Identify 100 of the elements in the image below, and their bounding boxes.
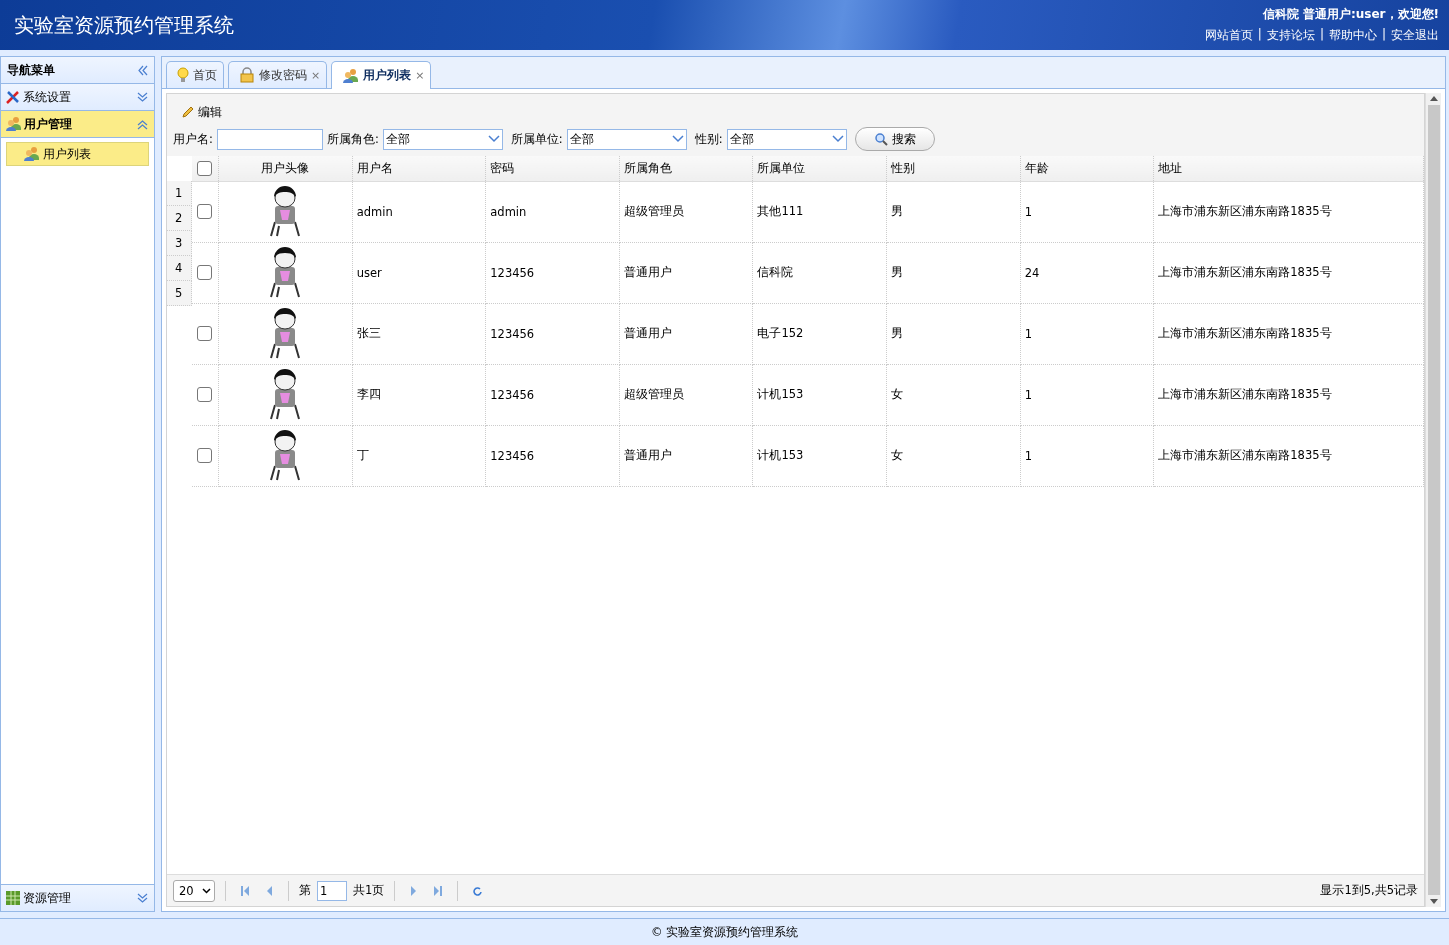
table-cell: 超级管理员 xyxy=(619,181,753,242)
footer-text: © 实验室资源预约管理系统 xyxy=(650,924,799,940)
table-cell: 信科院 xyxy=(752,242,887,303)
row-number: 3 xyxy=(167,231,192,256)
table-cell: 上海市浦东新区浦东南路1835号 xyxy=(1153,181,1424,242)
checkbox[interactable] xyxy=(197,160,213,176)
table-cell: 超级管理员 xyxy=(619,364,753,425)
table-cell: 123456 xyxy=(485,242,620,303)
chevron-up-icon[interactable] xyxy=(137,118,148,130)
scrollbar[interactable] xyxy=(1425,93,1441,907)
row-number: 5 xyxy=(167,281,192,306)
checkbox[interactable] xyxy=(197,265,213,280)
table-cell: 丁 xyxy=(352,425,486,486)
checkbox[interactable] xyxy=(197,387,213,402)
table-cell: 24 xyxy=(1020,242,1154,303)
checkbox[interactable] xyxy=(197,204,213,219)
header-link[interactable]: 网站首页 xyxy=(1204,27,1253,44)
search-icon xyxy=(873,132,888,146)
table-cell: 计机153 xyxy=(752,425,887,486)
table-cell: 普通用户 xyxy=(619,242,753,303)
section-label: 系统设置 xyxy=(23,89,71,105)
row-number: 1 xyxy=(167,181,192,206)
column-header: 所属角色 xyxy=(619,156,753,181)
table-cell: admin xyxy=(485,181,620,242)
column-header: 年龄 xyxy=(1020,156,1154,181)
record-summary: 显示1到5,共5记录 xyxy=(1320,883,1418,898)
chevron-down-icon[interactable] xyxy=(137,91,148,103)
menu-section[interactable]: 用户管理 xyxy=(1,111,154,138)
table-cell: 电子152 xyxy=(752,303,887,364)
checkbox[interactable] xyxy=(197,326,213,341)
table-cell: 计机153 xyxy=(752,364,887,425)
page-input[interactable]: 1 xyxy=(317,880,347,901)
section-label: 资源管理 xyxy=(23,890,71,906)
sidebar-title: 导航菜单 xyxy=(7,62,55,78)
edit-button[interactable]: 编辑 xyxy=(173,100,230,124)
scroll-up-icon[interactable] xyxy=(1429,96,1438,101)
tab[interactable]: 首页 xyxy=(166,61,224,88)
close-icon[interactable]: × xyxy=(311,68,321,82)
column-header: 所属单位 xyxy=(752,156,887,181)
tab[interactable]: 用户列表 × xyxy=(331,61,432,89)
header-link[interactable]: 帮助中心 xyxy=(1328,27,1377,44)
column-header: 用户名 xyxy=(352,156,486,181)
table-cell: 女 xyxy=(886,425,1021,486)
table-cell: 普通用户 xyxy=(619,303,753,364)
table-cell: 张三 xyxy=(352,303,486,364)
table-cell: 上海市浦东新区浦东南路1835号 xyxy=(1153,303,1424,364)
table-cell: 男 xyxy=(886,242,1021,303)
search-button[interactable]: 搜索 xyxy=(854,127,935,151)
table-cell: 上海市浦东新区浦东南路1835号 xyxy=(1153,425,1424,486)
column-header: 用户头像 xyxy=(218,156,353,181)
menu-section[interactable]: 系统设置 xyxy=(1,84,154,111)
table-cell: 1 xyxy=(1020,364,1154,425)
app-title: 实验室资源预约管理系统 xyxy=(14,11,234,39)
header-link[interactable]: 安全退出 xyxy=(1391,27,1439,44)
pencil-icon xyxy=(181,105,195,119)
chevron-down-icon[interactable] xyxy=(137,892,148,904)
page-label: 第 xyxy=(299,883,311,898)
link-separator: | xyxy=(1381,27,1386,43)
section-label: 用户管理 xyxy=(24,116,72,132)
users-icon xyxy=(5,116,22,132)
users-icon xyxy=(23,146,40,162)
table-cell: user xyxy=(352,242,486,303)
grid-icon xyxy=(5,890,21,906)
column-header: 地址 xyxy=(1153,156,1424,181)
select-field[interactable]: 全部 xyxy=(566,128,687,150)
filter-label: 所属单位: xyxy=(510,131,563,147)
filter-label: 性别: xyxy=(694,131,723,147)
scroll-down-icon[interactable] xyxy=(1429,899,1438,904)
checkbox[interactable] xyxy=(197,448,213,463)
close-icon[interactable]: × xyxy=(415,69,425,82)
table-cell: admin xyxy=(352,181,486,242)
row-number: 4 xyxy=(167,256,192,281)
page-total: 共1页 xyxy=(353,883,385,898)
table-cell: 李四 xyxy=(352,364,486,425)
link-separator: | xyxy=(1257,27,1262,43)
filter-label: 所属角色: xyxy=(326,131,379,147)
tab[interactable]: 修改密码 × xyxy=(228,61,328,88)
lightbulb-icon xyxy=(177,67,189,83)
page-size-select[interactable]: 20 xyxy=(173,879,215,902)
row-number: 2 xyxy=(167,206,192,231)
column-header: 密码 xyxy=(485,156,620,181)
caret-icon xyxy=(487,135,500,143)
caret-icon xyxy=(202,887,211,894)
table-cell: 123456 xyxy=(485,364,620,425)
menu-section[interactable]: 资源管理 xyxy=(1,884,154,911)
collapse-icon[interactable] xyxy=(137,64,148,76)
column-header: 性别 xyxy=(886,156,1021,181)
table-cell: 上海市浦东新区浦东南路1835号 xyxy=(1153,242,1424,303)
header-link[interactable]: 支持论坛 xyxy=(1266,27,1315,44)
users-icon xyxy=(342,67,360,84)
lock-icon xyxy=(239,67,255,83)
table-cell: 上海市浦东新区浦东南路1835号 xyxy=(1153,364,1424,425)
input-field[interactable] xyxy=(216,128,323,150)
table-cell: 1 xyxy=(1020,181,1154,242)
select-field[interactable]: 全部 xyxy=(382,128,503,150)
table-cell: 123456 xyxy=(485,303,620,364)
select-field[interactable]: 全部 xyxy=(726,128,847,150)
table-cell: 1 xyxy=(1020,303,1154,364)
menu-item[interactable]: 用户列表 xyxy=(6,142,149,166)
link-separator: | xyxy=(1319,27,1324,43)
